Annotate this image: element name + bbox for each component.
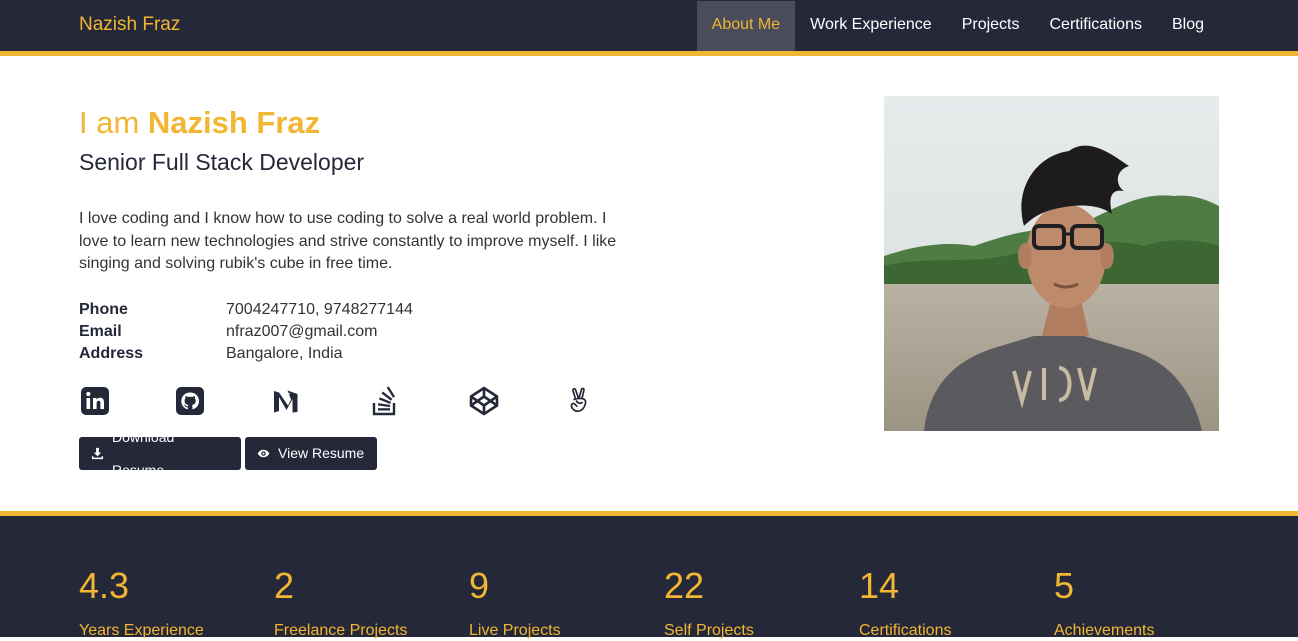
view-resume-label: View Resume [278,445,365,461]
download-resume-button[interactable]: Download Resume [79,429,241,478]
stat-label: Achievements [1054,622,1155,639]
linkedin-icon[interactable] [79,385,111,417]
stat-label: Years Experience [79,622,204,639]
info-row-email: Email nfraz007@gmail.com [79,321,413,343]
info-row-address: Address Bangalore, India [79,343,413,365]
stat-self-projects: 22 Self Projects [664,566,754,641]
eye-icon [257,447,270,460]
stat-achievements: 5 Achievements [1054,566,1155,641]
intro-name: Nazish Fraz [147,105,321,140]
brand-logo-text[interactable]: Nazish Fraz [79,14,180,36]
stat-number: 9 [469,565,490,606]
nav-item-blog[interactable]: Blog [1157,1,1219,51]
download-icon [91,447,104,460]
stat-label: Certifications [859,622,952,639]
stat-certifications: 14 Certifications [859,566,951,641]
job-title: Senior Full Stack Developer [79,149,365,175]
nav-item-certifications[interactable]: Certifications [1034,1,1156,51]
stat-number: 2 [274,565,295,606]
stat-number: 22 [664,565,705,606]
nav-item-projects[interactable]: Projects [947,1,1035,51]
info-label: Email [79,323,122,340]
stat-number: 4.3 [79,565,130,606]
info-row-phone: Phone 7004247710, 9748277144 [79,299,413,321]
address-value: Bangalore, India [226,345,343,362]
stat-label: Freelance Projects [274,622,408,639]
info-label: Phone [79,301,128,318]
top-navbar: Nazish Fraz About Me Work Experience Pro… [0,0,1298,56]
intro-heading: I am Nazish Fraz [79,105,320,141]
angellist-icon[interactable] [564,385,596,417]
profile-photo [884,96,1219,431]
phone-value: 7004247710, 9748277144 [226,301,413,318]
email-value: nfraz007@gmail.com [226,323,378,340]
download-resume-label: Download Resume [112,428,175,478]
codepen-icon[interactable] [468,385,500,417]
stat-years-experience: 4.3 Years Experience [79,566,204,641]
nav-item-about-me[interactable]: About Me [696,1,796,51]
about-paragraph: I love coding and I know how to use codi… [79,210,617,272]
stat-number: 14 [859,565,900,606]
stat-label: Live Projects [469,622,561,639]
medium-icon[interactable] [272,385,304,417]
info-label: Address [79,345,144,362]
view-resume-button[interactable]: View Resume [245,437,377,470]
stat-label: Self Projects [664,622,754,639]
contact-info: Phone 7004247710, 9748277144 Email nfraz… [79,299,413,365]
intro-prefix: I am [79,105,148,140]
stackoverflow-icon[interactable] [369,385,401,417]
nav-item-work-experience[interactable]: Work Experience [795,1,947,51]
nav-menu: About Me Work Experience Projects Certif… [696,1,1219,51]
stat-freelance-projects: 2 Freelance Projects [274,566,407,641]
stat-live-projects: 9 Live Projects [469,566,561,641]
github-icon[interactable] [174,385,206,417]
stat-number: 5 [1054,565,1075,606]
